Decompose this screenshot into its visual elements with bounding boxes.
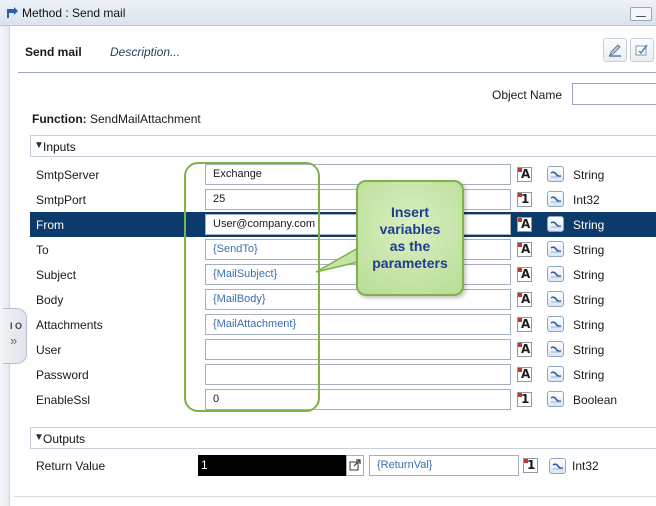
type-int-icon[interactable]: 1: [517, 192, 532, 207]
callout-line-4: parameters: [372, 255, 448, 271]
type-int-icon[interactable]: 1: [523, 458, 538, 473]
return-value-type: Int32: [572, 459, 599, 473]
return-value-field[interactable]: 1: [198, 455, 346, 476]
inputs-section-header[interactable]: ▼ Inputs: [30, 135, 656, 157]
parameter-mode-icon[interactable]: [547, 241, 564, 257]
param-label: EnableSsl: [36, 393, 91, 407]
open-link-button[interactable]: [346, 455, 364, 476]
parameter-mode-icon[interactable]: [547, 166, 564, 182]
type-text-icon[interactable]: A: [517, 167, 532, 182]
outputs-section-title: Outputs: [43, 432, 86, 446]
object-name-label: Object Name: [492, 88, 563, 102]
param-label: Password: [36, 368, 89, 382]
param-type: String: [573, 268, 605, 282]
header-divider: [18, 72, 656, 73]
parameter-mode-icon[interactable]: [547, 391, 564, 407]
parameter-mode-icon[interactable]: [547, 191, 564, 207]
type-text-icon[interactable]: A: [517, 342, 532, 357]
function-label: Function:: [32, 112, 87, 126]
type-text-icon[interactable]: A: [517, 217, 532, 232]
input-row-smtpport[interactable]: SmtpPort 25 1 Int32: [30, 187, 656, 212]
input-row-attachments[interactable]: Attachments {MailAttachment} A String: [30, 312, 656, 337]
callout-line-2: variables: [379, 221, 441, 237]
check-edit-button[interactable]: [630, 38, 654, 62]
input-row-user[interactable]: User A String: [30, 337, 656, 362]
param-type: String: [573, 318, 605, 332]
param-label: Attachments: [36, 318, 103, 332]
param-label: User: [36, 343, 62, 357]
input-row-from[interactable]: From User@company.com A String: [30, 212, 656, 237]
outputs-section-header[interactable]: ▼ Outputs: [30, 427, 656, 449]
param-type: Int32: [573, 193, 600, 207]
return-value-label: Return Value: [36, 459, 106, 473]
return-value-variable[interactable]: {ReturnVal}: [369, 455, 519, 476]
edit-button[interactable]: [603, 38, 627, 62]
left-sidebar: [0, 26, 10, 506]
param-type: Boolean: [573, 393, 618, 407]
object-name-input[interactable]: [572, 83, 656, 105]
param-label: SmtpPort: [36, 193, 87, 207]
parameter-mode-icon[interactable]: [549, 458, 566, 474]
pencil-icon: [609, 44, 621, 57]
param-type: String: [573, 368, 605, 382]
callout-pointer: [315, 247, 359, 273]
param-type: String: [573, 343, 605, 357]
callout-line-1: Insert: [390, 204, 430, 220]
bottom-divider: [14, 496, 656, 497]
method-icon: [5, 6, 19, 20]
parameter-mode-icon[interactable]: [547, 366, 564, 382]
parameter-mode-icon[interactable]: [547, 291, 564, 307]
highlight-frame: [184, 162, 320, 412]
parameter-mode-icon[interactable]: [547, 266, 564, 282]
tab-send-mail[interactable]: Send mail: [25, 45, 82, 59]
param-label: To: [36, 243, 49, 257]
window-title: Method : Send mail: [22, 6, 126, 20]
function-line: Function: SendMailAttachment: [32, 112, 201, 126]
param-type: String: [573, 168, 605, 182]
inputs-section-title: Inputs: [43, 140, 76, 154]
param-label: Body: [36, 293, 64, 307]
param-label: From: [36, 218, 64, 232]
param-type: String: [573, 218, 605, 232]
type-text-icon[interactable]: A: [517, 317, 532, 332]
io-panel-tab[interactable]: I O »: [3, 308, 27, 364]
function-name: SendMailAttachment: [90, 112, 201, 126]
input-row-enablessl[interactable]: EnableSsl 0 1 Boolean: [30, 387, 656, 412]
type-text-icon[interactable]: A: [517, 292, 532, 307]
callout-note: Insert variables as the parameters: [356, 180, 464, 296]
param-type: String: [573, 243, 605, 257]
minimize-button[interactable]: [630, 7, 652, 21]
io-label: I O: [10, 321, 23, 331]
external-link-icon: [349, 459, 361, 471]
param-type: String: [573, 293, 605, 307]
param-label: Subject: [36, 268, 77, 282]
window-titlebar: Method : Send mail: [0, 0, 656, 26]
input-row-smtpserver[interactable]: SmtpServer Exchange A String: [30, 162, 656, 187]
parameter-mode-icon[interactable]: [547, 341, 564, 357]
type-text-icon[interactable]: A: [517, 242, 532, 257]
parameter-mode-icon[interactable]: [547, 316, 564, 332]
param-label: SmtpServer: [36, 168, 100, 182]
type-text-icon[interactable]: A: [517, 267, 532, 282]
parameter-mode-icon[interactable]: [547, 216, 564, 232]
tab-description[interactable]: Description...: [110, 45, 180, 59]
double-chevron-right-icon: »: [10, 333, 18, 348]
input-row-body[interactable]: Body {MailBody} A String: [30, 287, 656, 312]
form-check-icon: [635, 44, 648, 56]
type-text-icon[interactable]: A: [517, 367, 532, 382]
type-int-icon[interactable]: 1: [517, 392, 532, 407]
callout-line-3: as the: [389, 238, 431, 254]
input-row-password[interactable]: Password A String: [30, 362, 656, 387]
